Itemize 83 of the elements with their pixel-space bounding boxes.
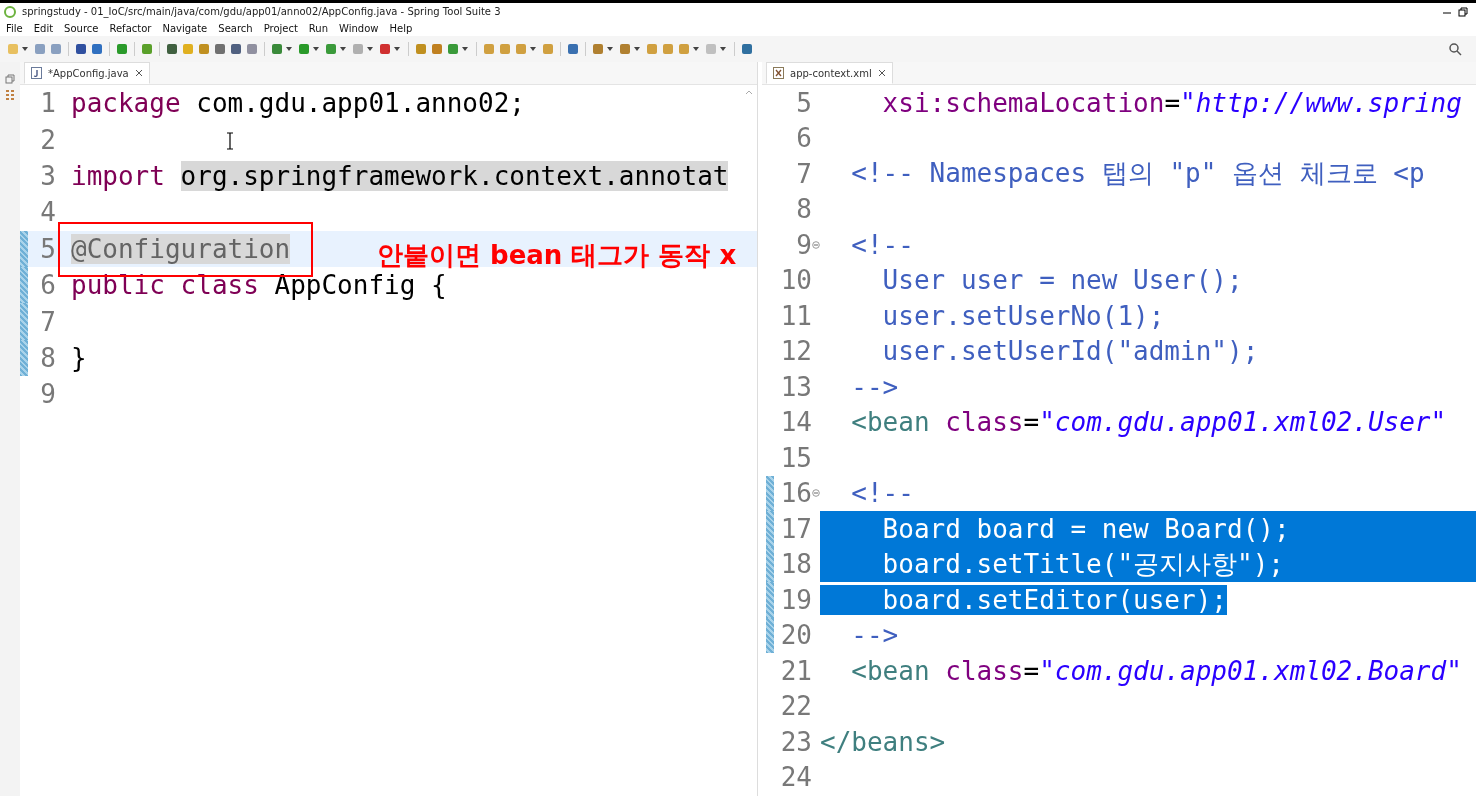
- menu-item[interactable]: Project: [263, 22, 298, 34]
- code-line: User user = new User();: [881, 265, 1243, 296]
- line-number: 7: [795, 158, 812, 189]
- annotation-text: 안붙이면 bean 태그가 동작 x: [377, 239, 737, 272]
- menu-item[interactable]: File: [6, 22, 23, 34]
- line-number: 24: [779, 762, 812, 793]
- app-logo-icon: [4, 5, 16, 18]
- caret-icon[interactable]: [22, 47, 28, 51]
- line-number: 17: [779, 513, 812, 544]
- code-line: import org.springframework.context.annotat: [71, 160, 729, 191]
- editor-tab[interactable]: app-context.xml: [766, 62, 893, 84]
- line-number: 16: [779, 478, 812, 509]
- text-cursor-icon: [226, 132, 234, 150]
- line-number: 8: [39, 342, 56, 373]
- restore-icon[interactable]: [1458, 6, 1468, 17]
- menu-item[interactable]: Search: [218, 22, 253, 34]
- line-number: 6: [39, 270, 56, 301]
- line-number: 4: [39, 197, 56, 228]
- code-line: <!--: [850, 478, 914, 509]
- code-line: -->: [850, 620, 899, 651]
- scroll-up-icon[interactable]: [745, 89, 753, 95]
- menu-item[interactable]: Window: [339, 22, 379, 34]
- caret-icon[interactable]: [462, 47, 468, 51]
- code-line: user.setUserId("admin");: [881, 336, 1259, 367]
- code-line: <!-- Namespaces 탭의 "p" 옵션 체크로 <p: [850, 157, 1425, 191]
- line-number: 2: [39, 124, 56, 155]
- code-line: </beans>: [820, 726, 946, 757]
- line-number: 18: [779, 549, 812, 580]
- line-number: 8: [795, 194, 812, 225]
- caret-icon[interactable]: [607, 47, 613, 51]
- caret-icon[interactable]: [340, 47, 346, 51]
- menu-item[interactable]: Help: [389, 22, 413, 34]
- menu-item[interactable]: Refactor: [109, 22, 152, 34]
- code-line: user.setUserNo(1);: [881, 300, 1165, 331]
- xml-file-icon: [773, 67, 784, 79]
- editor-tab[interactable]: *AppConfig.java: [24, 62, 150, 84]
- menu-item[interactable]: Source: [64, 22, 99, 34]
- code-line: <bean class="com.gdu.app01.xml02.Board": [850, 655, 1462, 686]
- code-line: -->: [850, 371, 899, 402]
- caret-icon[interactable]: [367, 47, 373, 51]
- line-number: 7: [39, 306, 56, 337]
- code-line: package com.gdu.app01.anno02;: [71, 88, 525, 119]
- line-number: 3: [39, 160, 56, 191]
- line-number: 6: [795, 123, 812, 154]
- line-number: 15: [779, 442, 812, 473]
- line-number: 10: [779, 265, 812, 296]
- line-number: 23: [779, 726, 812, 757]
- menu-item[interactable]: Navigate: [162, 22, 208, 34]
- caret-icon[interactable]: [720, 47, 726, 51]
- line-number: 5: [795, 87, 812, 118]
- line-number: 5: [39, 233, 56, 264]
- line-number: 21: [779, 655, 812, 686]
- java-file-icon: [31, 67, 42, 79]
- caret-icon[interactable]: [634, 47, 640, 51]
- line-number: 13: [779, 371, 812, 402]
- line-number: 1: [39, 88, 56, 119]
- line-number: 14: [779, 407, 812, 438]
- fold-icon[interactable]: [812, 240, 820, 249]
- caret-icon[interactable]: [313, 47, 319, 51]
- line-number: 11: [779, 300, 812, 331]
- caret-icon[interactable]: [286, 47, 292, 51]
- close-icon[interactable]: [134, 69, 143, 77]
- caret-icon[interactable]: [693, 47, 699, 51]
- code-line: <bean class="com.gdu.app01.xml02.User": [850, 407, 1447, 438]
- caret-icon[interactable]: [530, 47, 536, 51]
- line-number: 20: [779, 620, 812, 651]
- search-icon[interactable]: [1448, 42, 1462, 56]
- line-number: 22: [779, 691, 812, 722]
- line-number: 9: [39, 379, 56, 410]
- menu-item[interactable]: Run: [308, 22, 329, 34]
- menu-item[interactable]: Edit: [33, 22, 54, 34]
- window-title: springstudy - 01_IoC/src/main/java/com/gdu/app01/anno02/AppConfig.java - Spring Tool Suite 3: [22, 6, 501, 17]
- outline-icon[interactable]: [5, 90, 15, 102]
- code-line: <!--: [850, 229, 914, 260]
- code-line: xsi:schemaLocation="http://www.spring: [881, 87, 1462, 118]
- line-number: 19: [779, 584, 812, 615]
- caret-icon[interactable]: [394, 47, 400, 51]
- line-number: 12: [779, 336, 812, 367]
- code-line: public class AppConfig {: [71, 270, 447, 301]
- fold-icon[interactable]: [812, 489, 820, 498]
- code-line: }: [71, 342, 87, 373]
- line-number: 9: [795, 229, 812, 260]
- close-icon[interactable]: [877, 69, 886, 77]
